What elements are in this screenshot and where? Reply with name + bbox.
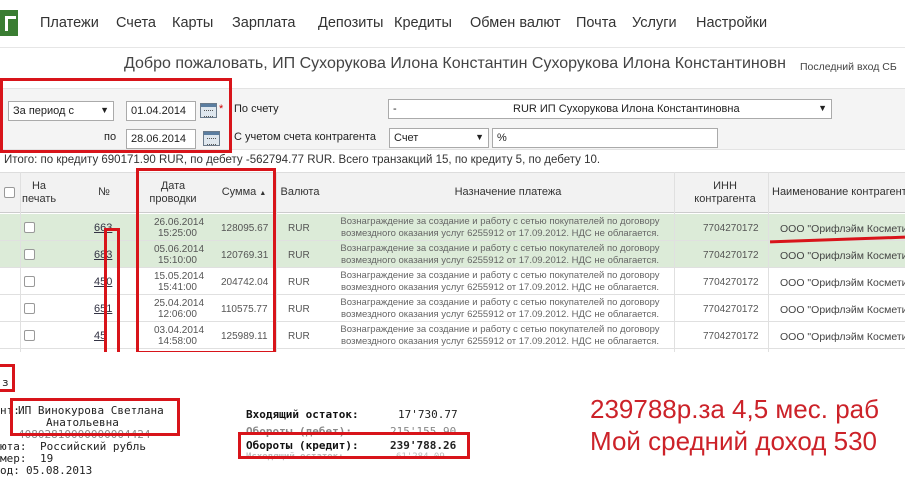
nav-credits[interactable]: Кредиты [394,15,452,31]
annotation-corner-box [0,364,15,392]
row-purpose-line-2: возмездного оказания услуг 6255912 от 17… [341,336,659,347]
col-inn[interactable]: ИНН контрагента [690,180,760,206]
row-purpose: Вознаграждение за создание и работу с се… [330,324,670,348]
annotation-note-line-1: 239788р.за 4,5 мес. раб [590,394,880,424]
row-print-checkbox[interactable] [24,222,35,233]
row-purpose-line-1: Вознаграждение за создание и работу с се… [340,297,660,308]
doc-currency-value: Российский рубль [40,440,146,453]
bank-logo-icon[interactable] [0,10,18,36]
row-purpose: Вознаграждение за создание и работу с се… [330,297,670,321]
annotation-note-line-2: Мой средний доход 530 [590,426,878,456]
nav-currency-exchange[interactable]: Обмен валют [470,15,561,31]
account-select-value: RUR ИП Сухорукова Илона Константиновна [513,103,740,115]
row-purpose-line-2: возмездного оказания услуг 6255912 от 17… [341,309,659,320]
col-currency[interactable]: Валюта [278,186,322,199]
account-label: По счету [234,103,279,115]
row-print-checkbox[interactable] [24,249,35,260]
annotation-credit-box [238,432,470,459]
col-print: На печать [22,180,56,206]
row-purpose-line-1: Вознаграждение за создание и работу с се… [340,270,660,281]
counterparty-select[interactable]: Счет ▼ [389,128,489,148]
doc-opening-label: Входящий остаток: [246,408,359,421]
col-print-line1: На [31,180,47,192]
row-currency: RUR [288,331,310,342]
nav-cards[interactable]: Карты [172,15,213,31]
nav-salary[interactable]: Зарплата [232,15,296,31]
row-counterparty: ООО "Орифлэйм Косметик [780,223,905,235]
row-print-checkbox[interactable] [24,303,35,314]
doc-date-value: 05.08.2013 [26,464,93,477]
col-print-line2: печать [22,193,57,205]
annotation-client-box [10,398,180,436]
row-currency: RUR [288,250,310,261]
row-purpose-line-1: Вознаграждение за создание и работу с се… [340,324,660,335]
nav-payments[interactable]: Платежи [40,15,99,31]
row-purpose-line-1: Вознаграждение за создание и работу с се… [340,216,660,227]
row-inn: 7704270172 [703,304,759,315]
counterparty-label: С учетом счета контрагента [234,131,376,143]
row-print-checkbox[interactable] [24,276,35,287]
row-purpose: Вознаграждение за создание и работу с се… [330,270,670,294]
row-print-checkbox[interactable] [24,330,35,341]
row-counterparty: ООО "Орифлэйм Косметик [780,250,905,262]
last-login-text: Последний вход СБ [800,61,897,73]
nav-mail[interactable]: Почта [576,15,616,31]
column-divider [768,172,769,352]
chevron-down-icon: ▼ [818,103,827,113]
account-prefix: - [393,103,397,115]
account-select[interactable]: - RUR ИП Сухорукова Илона Константиновна… [388,99,832,119]
counterparty-input[interactable]: % [492,128,718,148]
nav-services[interactable]: Услуги [632,15,677,31]
row-inn: 7704270172 [703,223,759,234]
annotation-arrow-head [104,228,120,231]
annotation-period-box [0,78,232,153]
column-divider [276,172,277,352]
col-inn-line2: контрагента [694,193,756,205]
col-number[interactable]: № [92,186,116,199]
doc-date-label: од: [0,464,20,477]
doc-opening-value: 17'730.77 [398,408,458,421]
row-counterparty: ООО "Орифлэйм Косметик [780,331,905,343]
row-inn: 7704270172 [703,277,759,288]
row-currency: RUR [288,277,310,288]
row-counterparty: ООО "Орифлэйм Косметик [780,304,905,316]
column-divider [674,172,675,352]
totals-summary: Итого: по кредиту 690171.90 RUR, по дебе… [4,154,601,166]
annotation-arrow-line [117,228,120,352]
select-all-checkbox[interactable] [4,187,15,198]
nav-deposits[interactable]: Депозиты [318,15,383,31]
row-purpose: Вознаграждение за создание и работу с се… [330,216,670,240]
column-divider [20,172,21,352]
row-currency: RUR [288,223,310,234]
row-purpose-line-2: возмездного оказания услуг 6255912 от 17… [341,228,659,239]
row-purpose-line-1: Вознаграждение за создание и работу с се… [340,243,660,254]
counterparty-select-value: Счет [394,132,419,144]
welcome-text: Добро пожаловать, ИП Сухорукова Илона Ко… [124,55,786,72]
row-purpose-line-2: возмездного оказания услуг 6255912 от 17… [341,282,659,293]
row-counterparty: ООО "Орифлэйм Косметик [780,277,905,289]
row-purpose: Вознаграждение за создание и работу с се… [330,243,670,267]
col-inn-line1: ИНН [713,180,737,192]
row-purpose-line-2: возмездного оказания услуг 6255912 от 17… [341,255,659,266]
row-inn: 7704270172 [703,331,759,342]
annotation-arrow-line [104,228,107,352]
col-counterparty[interactable]: Наименование контрагента [772,186,905,199]
row-inn: 7704270172 [703,250,759,261]
nav-accounts[interactable]: Счета [116,15,156,31]
chevron-down-icon: ▼ [475,132,484,142]
row-currency: RUR [288,304,310,315]
annotation-amount-box [136,168,276,354]
nav-settings[interactable]: Настройки [696,15,767,31]
col-purpose[interactable]: Назначение платежа [438,186,578,199]
